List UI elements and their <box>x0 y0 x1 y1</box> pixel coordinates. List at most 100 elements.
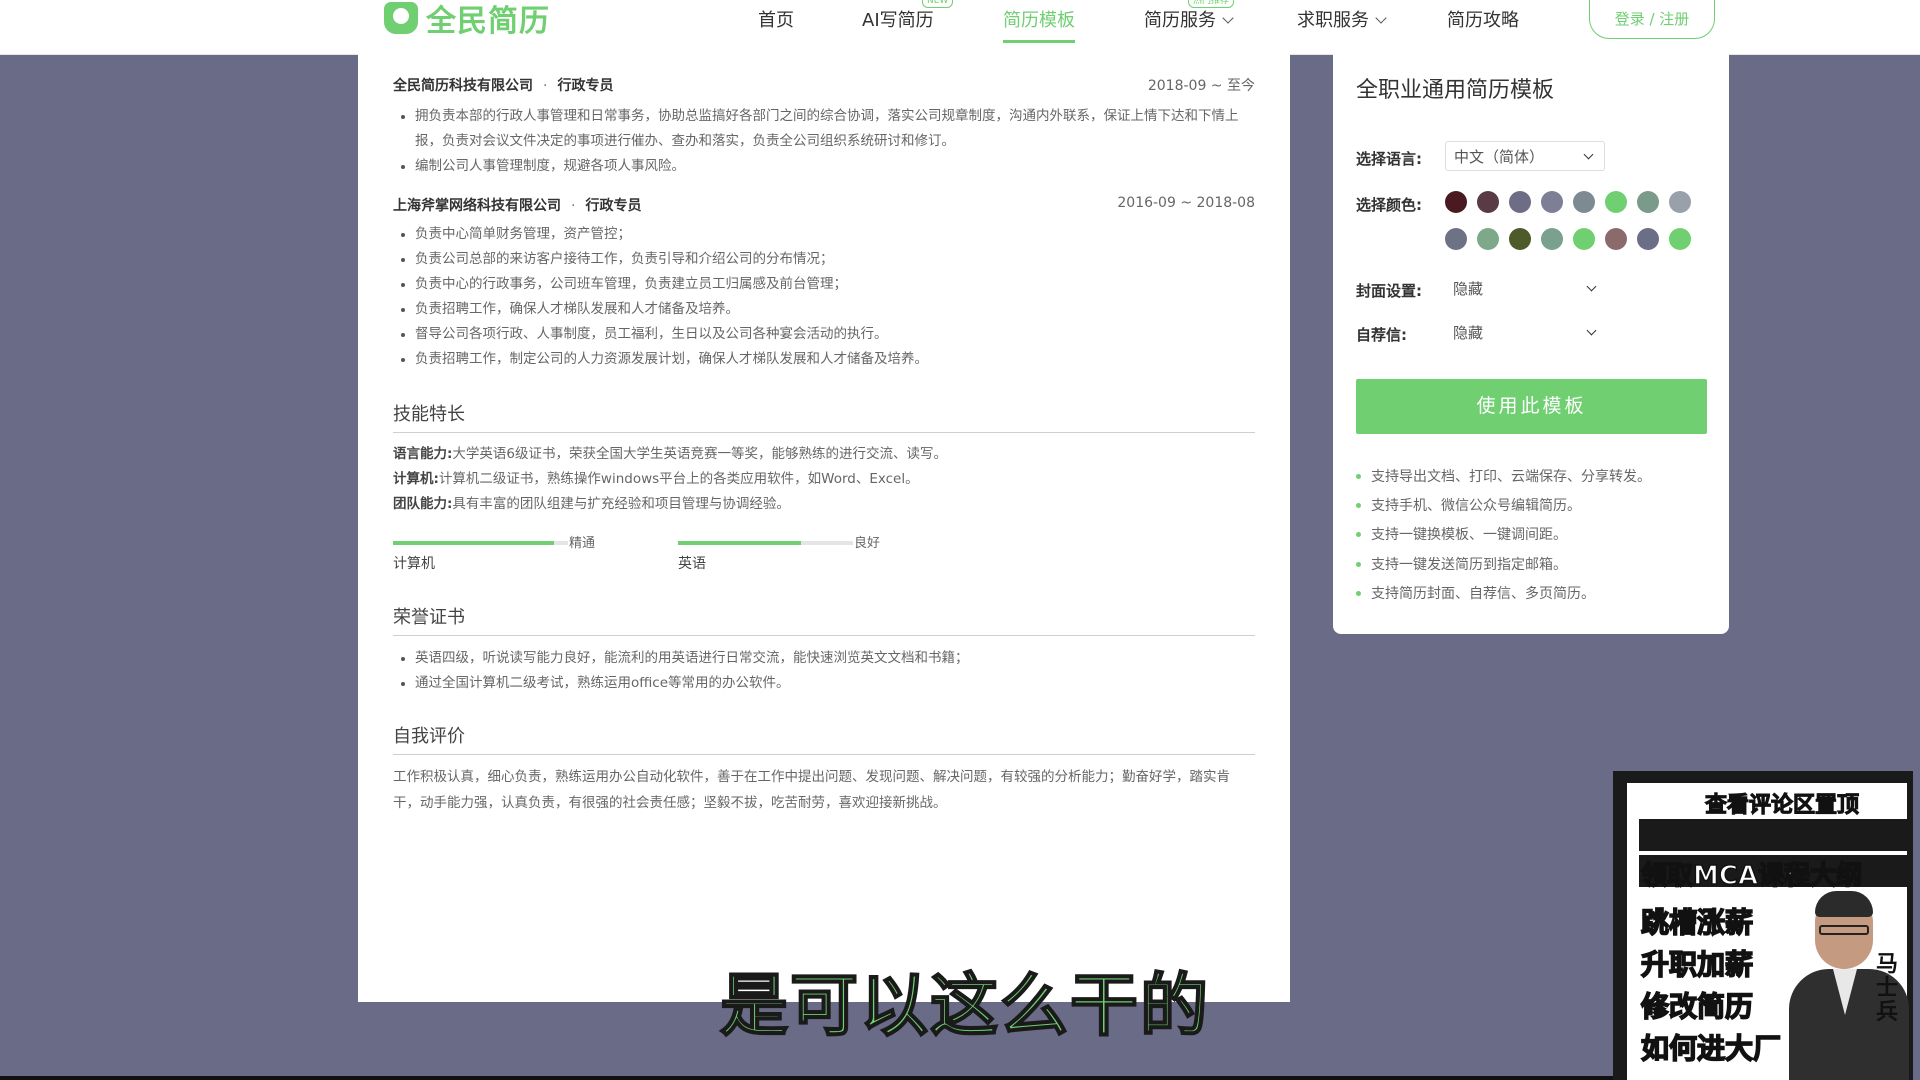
logo-icon <box>384 2 418 34</box>
feature-text: 支持一键换模板、一键调间距。 <box>1371 527 1567 543</box>
chevron-down-icon <box>1375 12 1387 24</box>
color-swatch[interactable] <box>1573 228 1595 250</box>
list-item: 拥负责本部的行政人事管理和日常事务，协助总监搞好各部门之间的综合协调，落实公司规… <box>393 104 1255 154</box>
feature-text: 支持导出文档、打印、云端保存、分享转发。 <box>1371 469 1651 485</box>
chevron-down-icon <box>1586 325 1597 336</box>
language-select[interactable]: 中文（简体） <box>1445 141 1605 171</box>
job-role: 行政专员 <box>585 198 642 214</box>
color-label: 选择颜色: <box>1356 196 1422 214</box>
color-swatch[interactable] <box>1509 228 1531 250</box>
list-item: 督导公司各项行政、人事制度，员工福利，生日以及公司各种宴会活动的执行。 <box>393 322 1255 347</box>
color-swatch[interactable] <box>1477 228 1499 250</box>
nav-ai-resume[interactable]: AI写简历 <box>862 6 934 32</box>
skill-bar <box>393 541 568 545</box>
video-subtitle: 是可以这么干的 <box>719 966 1211 1047</box>
cover-letter-label: 自荐信: <box>1356 326 1407 344</box>
bullet-icon <box>1356 474 1361 479</box>
skill-label: 语言能力: <box>393 446 453 462</box>
nav-resume-service[interactable]: 简历服务 <box>1144 6 1234 32</box>
skill-bar-fill <box>393 541 554 545</box>
list-item: 负责中心简单财务管理，资产管控； <box>393 222 1255 247</box>
nav-resume-service-label: 简历服务 <box>1144 10 1216 31</box>
self-eval-text: 工作积极认真，细心负责，熟练运用办公自动化软件，善于在工作中提出问题、发现问题、… <box>393 769 1230 811</box>
color-swatch[interactable] <box>1509 191 1531 213</box>
feature-text: 支持简历封面、自荐信、多页简历。 <box>1371 586 1595 602</box>
promo-line: 修改简历 <box>1640 989 1754 1024</box>
section-title-skills: 技能特长 <box>393 400 1255 433</box>
cover-letter-select[interactable]: 隐藏 <box>1445 318 1607 348</box>
color-swatch[interactable] <box>1669 191 1691 213</box>
color-swatch[interactable] <box>1669 228 1691 250</box>
list-item: 负责中心的行政事务，公司班车管理，负责建立员工归属感及前台管理； <box>393 272 1255 297</box>
bullet-icon <box>1356 591 1361 596</box>
feature-item: 支持一键换模板、一键调间距。 <box>1356 524 1567 544</box>
feature-text: 支持一键发送简历到指定邮箱。 <box>1371 557 1567 573</box>
nav-job-service[interactable]: 求职服务 <box>1297 6 1387 32</box>
color-swatch[interactable] <box>1445 228 1467 250</box>
color-swatch[interactable] <box>1573 191 1595 213</box>
promo-top-text: 查看评论区置顶 <box>1704 793 1860 819</box>
skill-text: 计算机二级证书，熟练操作windows平台上的各类应用软件，如Word、Exce… <box>438 471 919 487</box>
job-company: 上海斧掌网络科技有限公司 <box>393 198 561 214</box>
skill-level: 良好 <box>854 536 881 551</box>
job-header: 全民简历科技有限公司 · 行政专员 2018-09 ~ 至今 <box>393 75 1255 95</box>
cover-letter-value: 隐藏 <box>1453 324 1484 342</box>
color-swatch[interactable] <box>1605 191 1627 213</box>
list-item: 负责公司总部的来访客户接待工作，负责引导和介绍公司的分布情况； <box>393 247 1255 272</box>
bottom-edge <box>0 1076 1613 1080</box>
logo-text: 全民简历 <box>426 4 550 39</box>
honor-bullets: 英语四级，听说读写能力良好，能流利的用英语进行日常交流，能快速浏览英文文档和书籍… <box>393 646 1255 696</box>
nav-home[interactable]: 首页 <box>758 6 794 32</box>
skill-level: 精通 <box>569 536 596 551</box>
color-swatch[interactable] <box>1477 191 1499 213</box>
promo-line: 升职加薪 <box>1640 947 1754 982</box>
skill-label: 计算机: <box>393 471 439 487</box>
feature-item: 支持简历封面、自荐信、多页简历。 <box>1356 583 1595 603</box>
section-title-self-eval: 自我评价 <box>393 722 1255 755</box>
promo-strip <box>1639 819 1909 851</box>
promo-line: 跳槽涨薪 <box>1640 905 1754 940</box>
job-bullets: 拥负责本部的行政人事管理和日常事务，协助总监搞好各部门之间的综合协调，落实公司规… <box>393 104 1255 179</box>
section-title-honors: 荣誉证书 <box>393 603 1255 636</box>
color-swatch[interactable] <box>1541 228 1563 250</box>
promo-line: 领取MCA课程大纲 <box>1640 860 1863 892</box>
list-item: 通过全国计算机二级考试，熟练运用office等常用的办公软件。 <box>393 671 1255 696</box>
feature-item: 支持一键发送简历到指定邮箱。 <box>1356 554 1567 574</box>
login-register-button[interactable]: 登录 / 注册 <box>1589 0 1715 39</box>
promo-card: 查看评论区置顶 领取MCA课程大纲 跳槽涨薪 升职加薪 修改简历 如何进大厂 马… <box>1627 783 1909 1080</box>
feature-item: 支持导出文档、打印、云端保存、分享转发。 <box>1356 466 1651 486</box>
color-swatch[interactable] <box>1445 191 1467 213</box>
skill-label: 团队能力: <box>393 496 453 512</box>
site-logo[interactable]: 全民简历 <box>384 0 550 39</box>
promo-vertical-text: 马士兵 <box>1875 952 1898 1025</box>
color-swatch[interactable] <box>1541 191 1563 213</box>
job-date: 2016-09 ~ 2018-08 <box>1117 195 1255 211</box>
job-company: 全民简历科技有限公司 <box>393 78 533 94</box>
cover-select[interactable]: 隐藏 <box>1445 274 1607 304</box>
promo-ad[interactable]: 查看评论区置顶 领取MCA课程大纲 跳槽涨薪 升职加薪 修改简历 如何进大厂 马… <box>1613 771 1913 1080</box>
use-template-button[interactable]: 使用此模板 <box>1356 379 1707 434</box>
hot-badge: 热门推荐 <box>1188 0 1235 8</box>
color-swatch[interactable] <box>1637 191 1659 213</box>
skill-line: 团队能力:具有丰富的团队组建与扩充经验和项目管理与协调经验。 <box>393 492 1255 517</box>
color-swatch[interactable] <box>1605 228 1627 250</box>
nav-resume-guide[interactable]: 简历攻略 <box>1447 6 1519 32</box>
skill-bar-fill <box>678 541 801 545</box>
skill-text: 大学英语6级证书，荣获全国大学生英语竞赛一等奖，能够熟练的进行交流、读写。 <box>452 446 947 462</box>
panel-title: 全职业通用简历模板 <box>1356 78 1555 103</box>
skill-name: 计算机 <box>393 556 435 572</box>
nav-templates[interactable]: 简历模板 <box>1003 6 1075 32</box>
chevron-down-icon <box>1583 149 1594 160</box>
cover-value: 隐藏 <box>1453 280 1484 298</box>
job-role: 行政专员 <box>557 78 614 94</box>
color-swatch[interactable] <box>1637 228 1659 250</box>
list-item: 英语四级，听说读写能力良好，能流利的用英语进行日常交流，能快速浏览英文文档和书籍… <box>393 646 1255 671</box>
list-item: 编制公司人事管理制度，规避各项人事风险。 <box>393 154 1255 179</box>
cover-label: 封面设置: <box>1356 282 1422 300</box>
bullet-icon <box>1356 562 1361 567</box>
skill-line: 语言能力:大学英语6级证书，荣获全国大学生英语竞赛一等奖，能够熟练的进行交流、读… <box>393 442 1255 467</box>
language-label: 选择语言: <box>1356 150 1422 168</box>
job-date: 2018-09 ~ 至今 <box>1147 78 1255 94</box>
chevron-down-icon <box>1222 12 1234 24</box>
chevron-down-icon <box>1586 281 1597 292</box>
